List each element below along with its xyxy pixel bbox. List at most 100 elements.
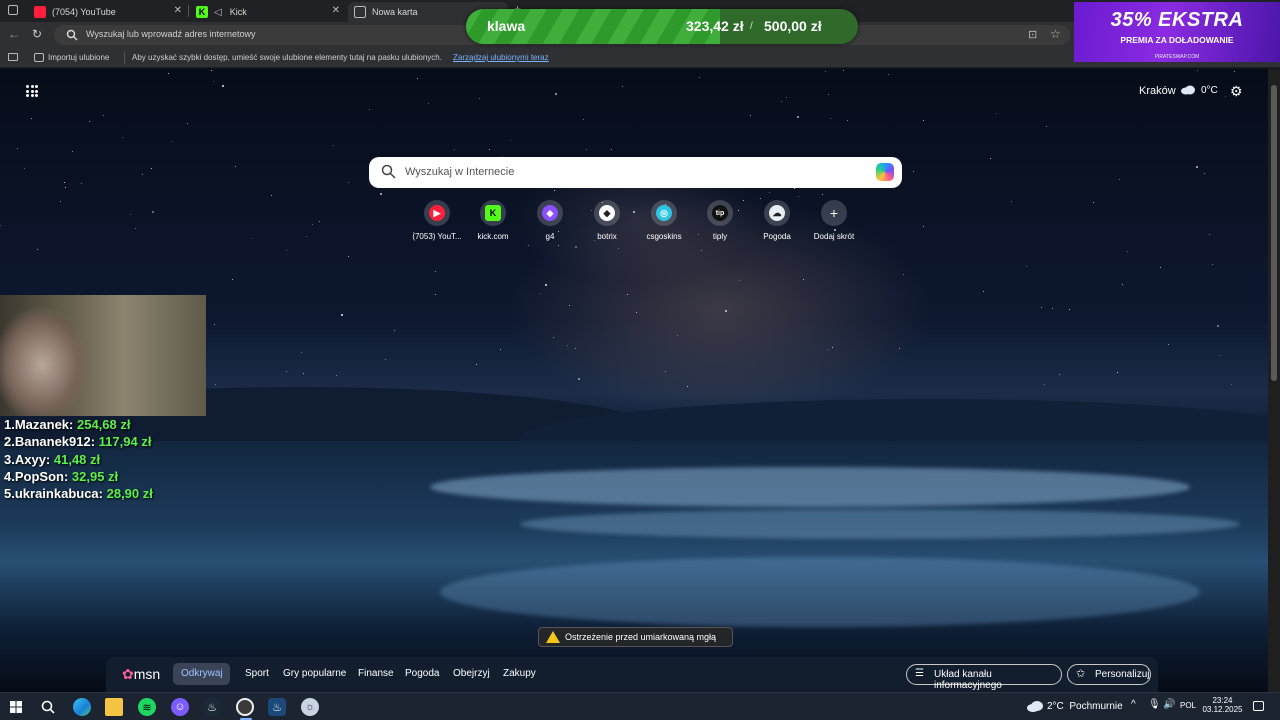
spotify-icon[interactable]: ≋ bbox=[138, 698, 156, 716]
star bbox=[1159, 267, 1161, 269]
gear-icon[interactable]: ⚙ bbox=[1230, 83, 1243, 100]
steam-icon[interactable]: ♨ bbox=[203, 698, 221, 716]
search-icon[interactable] bbox=[39, 698, 57, 716]
star bbox=[231, 279, 233, 281]
edge-icon[interactable] bbox=[73, 698, 91, 716]
feed-tab-gry-popularne[interactable]: Gry popularne bbox=[283, 668, 346, 679]
msn-feed-bar: ✿msn Odkrywaj Sport Gry popularne Finans… bbox=[106, 657, 1158, 692]
star bbox=[558, 244, 560, 246]
tab-actions-icon[interactable] bbox=[8, 5, 18, 15]
star bbox=[0, 224, 2, 226]
steam-icon[interactable]: ♨ bbox=[268, 698, 286, 716]
star bbox=[347, 181, 349, 183]
shortcut-tile[interactable]: + Dodaj skrót bbox=[805, 200, 863, 241]
tab-title: Nowa karta bbox=[372, 7, 418, 17]
apps-grid-icon[interactable] bbox=[26, 85, 38, 97]
star bbox=[665, 370, 667, 372]
star bbox=[982, 290, 984, 292]
copilot-icon[interactable] bbox=[876, 163, 894, 181]
page-scrollbar[interactable] bbox=[1268, 69, 1280, 692]
shortcut-tile[interactable]: ◆ g4 bbox=[521, 200, 579, 241]
shortcut-label: kick.com bbox=[477, 232, 509, 241]
close-icon[interactable]: ✕ bbox=[332, 5, 340, 16]
file-explorer-icon[interactable] bbox=[105, 698, 123, 716]
weather-temperature[interactable]: 0°C bbox=[1201, 85, 1218, 96]
back-icon[interactable]: ← bbox=[8, 27, 20, 41]
web-search-box[interactable]: Wyszukaj w Internecie bbox=[369, 157, 902, 188]
shortcut-icon-frame: ▶ bbox=[424, 200, 450, 226]
weather-city[interactable]: Kraków bbox=[1139, 85, 1176, 97]
star bbox=[510, 140, 512, 142]
star bbox=[64, 181, 66, 183]
star bbox=[252, 237, 254, 239]
promo-brand: PIRATESWAP.COM bbox=[1154, 54, 1200, 60]
refresh-icon[interactable]: ↻ bbox=[32, 27, 42, 41]
windows-start-icon[interactable] bbox=[7, 698, 25, 716]
feed-tab-sport[interactable]: Sport bbox=[245, 668, 269, 679]
feed-tab-pogoda[interactable]: Pogoda bbox=[405, 668, 439, 679]
obs-icon[interactable] bbox=[236, 698, 254, 716]
shortcut-tile[interactable]: Kkick.com bbox=[464, 200, 522, 241]
tab-youtube[interactable]: (7054) YouTube ✕ bbox=[28, 2, 188, 22]
star bbox=[1040, 306, 1042, 308]
star bbox=[923, 120, 925, 122]
close-icon[interactable]: ✕ bbox=[174, 5, 182, 16]
taskbar-weather[interactable]: 2°C Pochmurnie bbox=[1047, 701, 1123, 712]
star bbox=[88, 120, 90, 122]
import-favorites-button[interactable]: Importuj ulubione bbox=[48, 53, 109, 62]
shortcut-tile[interactable]: ◆ botrix bbox=[578, 200, 636, 241]
feed-tab-zakupy[interactable]: Zakupy bbox=[503, 668, 536, 679]
microphone-icon[interactable]: 🎙 bbox=[1148, 699, 1161, 710]
favorite-star-icon[interactable]: ☆ bbox=[1050, 27, 1061, 41]
manage-favorites-link[interactable]: Zarządzaj ulubionymi teraz bbox=[453, 53, 549, 62]
tab-kick[interactable]: K ◁ Kick ✕ bbox=[190, 2, 346, 22]
star bbox=[1211, 263, 1213, 265]
speaker-icon[interactable]: 🔊 bbox=[1163, 699, 1175, 710]
star bbox=[887, 73, 889, 75]
shortcut-tile[interactable]: tip tiply bbox=[691, 200, 749, 241]
app-icon[interactable]: ☼ bbox=[301, 698, 319, 716]
star bbox=[627, 293, 629, 295]
shortcut-icon-frame: tip bbox=[707, 200, 733, 226]
msn-logo[interactable]: ✿msn bbox=[122, 666, 160, 683]
shortcut-icon-frame: ◆ bbox=[537, 200, 563, 226]
scrollbar-thumb[interactable] bbox=[1271, 85, 1277, 381]
leaderboard-name: 5.ukrainkabuca: bbox=[4, 486, 107, 502]
shortcut-tile[interactable]: ◎ csgoskins bbox=[635, 200, 693, 241]
mute-icon[interactable]: ◁ bbox=[214, 7, 222, 18]
personalize-button[interactable]: ✩ Personalizuj bbox=[1067, 664, 1151, 685]
sliders-icon: ☰ bbox=[915, 668, 924, 679]
star bbox=[305, 236, 307, 237]
clock[interactable]: 23:24 03.12.2025 bbox=[1200, 696, 1245, 714]
shortcut-tile[interactable]: ☁ Pogoda bbox=[748, 200, 806, 241]
feed-tab-finanse[interactable]: Finanse bbox=[358, 668, 394, 679]
star bbox=[434, 270, 436, 272]
feed-tab-odkrywaj[interactable]: Odkrywaj bbox=[181, 668, 223, 679]
notifications-icon[interactable] bbox=[1253, 701, 1264, 711]
leaderboard-row: 2.Bananek912: 117,94 zł bbox=[4, 434, 153, 451]
star bbox=[786, 96, 788, 98]
star bbox=[750, 114, 752, 116]
promo-banner[interactable]: 35% EKSTRA PREMIA ZA DOŁADOWANIE PIRATES… bbox=[1074, 2, 1280, 62]
wave-foam bbox=[430, 467, 1190, 507]
shortcut-label: csgoskins bbox=[646, 232, 682, 241]
star bbox=[499, 348, 501, 350]
leaderboard-amount: 41,48 zł bbox=[53, 451, 101, 467]
feed-layout-button[interactable]: ☰ Układ kanału informacyjnego bbox=[906, 664, 1062, 691]
shortcut-icon-frame: ◎ bbox=[651, 200, 677, 226]
star bbox=[996, 112, 998, 114]
feed-tab-obejrzyj[interactable]: Obejrzyj bbox=[453, 668, 490, 679]
shortcut-tile[interactable]: ▶ (7053) YouT... bbox=[408, 200, 466, 241]
star bbox=[903, 273, 905, 275]
star bbox=[332, 144, 334, 146]
fog-warning-alert[interactable]: Ostrzeżenie przed umiarkowaną mgłą bbox=[538, 627, 733, 647]
chevron-up-icon[interactable]: ^ bbox=[1131, 699, 1136, 710]
star bbox=[798, 195, 800, 197]
reader-icon[interactable]: ⊡ bbox=[1028, 28, 1037, 41]
discord-icon[interactable]: ☺ bbox=[171, 698, 189, 716]
star bbox=[1208, 233, 1210, 235]
star bbox=[453, 149, 455, 151]
input-language[interactable]: POL bbox=[1180, 701, 1196, 710]
star bbox=[1119, 179, 1121, 181]
favorites-menu-icon[interactable] bbox=[8, 53, 18, 61]
